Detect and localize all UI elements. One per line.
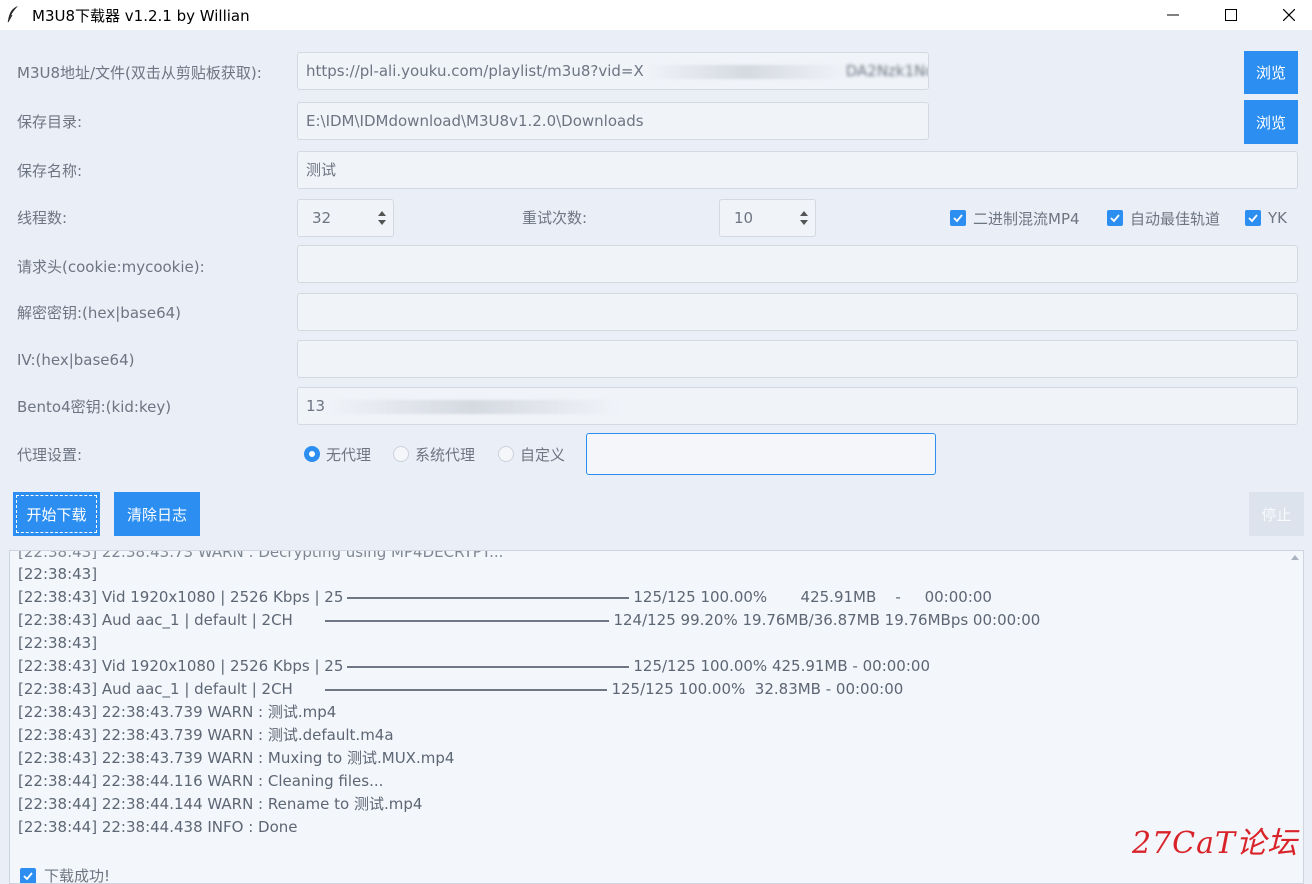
headers-input[interactable] [297,245,1298,283]
decrypt-key-input[interactable] [297,293,1298,331]
maximize-icon [1225,9,1237,21]
log-line: [22:38:43] Vid 1920x1080 | 2526 Kbps | 2… [18,588,992,606]
stop-button[interactable]: 停止 [1249,492,1304,536]
scroll-up-icon[interactable] [1291,554,1299,560]
log-line: [22:38:43] Aud aac_1 | default | 2CH 125… [18,680,904,698]
progress-bar [325,688,608,691]
checkbox-checked-icon [1107,210,1123,226]
log-line: [22:38:43] [18,634,98,652]
main-panel: M3U8地址/文件(双击从剪贴板获取): https://pl-ali.youk… [0,34,1312,884]
url-input[interactable]: https://pl-ali.youku.com/playlist/m3u8?v… [297,52,929,90]
spin-arrows-icon[interactable] [799,209,809,227]
save-name-label: 保存名称: [17,162,83,180]
log-line: [22:38:43] [18,565,98,583]
binary-mux-checkbox[interactable]: 二进制混流MP4 [950,208,1080,228]
log-lines: [22:38:43] 22:38:43.73 WARN : Decrypting… [18,551,1040,839]
url-redacted [645,64,846,79]
log-panel[interactable]: [22:38:43] 22:38:43.73 WARN : Decrypting… [9,550,1304,884]
threads-spinbox[interactable]: 32 [297,199,394,237]
radio-unselected-icon [498,446,514,462]
close-icon [1283,9,1295,21]
progress-bar [347,596,630,599]
log-line: [22:38:43] Vid 1920x1080 | 2526 Kbps | 2… [18,657,930,675]
bento4-key-redacted [327,399,618,414]
log-line: [22:38:44] 22:38:44.116 WARN : Cleaning … [18,772,384,790]
threads-label: 线程数: [17,209,68,227]
decrypt-key-label: 解密密钥:(hex|base64) [17,304,182,322]
url-value: https://pl-ali.youku.com/playlist/m3u8?v… [306,62,644,80]
checkbox-checked-icon [20,867,36,883]
log-line: [22:38:43] 22:38:43.739 WARN : 测试.defaul… [18,726,394,744]
success-status: 下载成功! [20,865,110,883]
watermark: 27CaT论坛 [1131,826,1298,861]
title-bar: M3U8下载器 v1.2.1 by Willian [0,0,1312,30]
radio-unselected-icon [393,446,409,462]
start-download-button[interactable]: 开始下载 [13,492,100,536]
clear-log-button[interactable]: 清除日志 [114,492,200,536]
log-line: [22:38:43] 22:38:43.739 WARN : Muxing to… [18,749,455,767]
proxy-system-radio[interactable]: 系统代理 [393,444,475,464]
maximize-button[interactable] [1208,0,1254,30]
yk-checkbox[interactable]: YK [1245,208,1287,228]
url-label: M3U8地址/文件(双击从剪贴板获取): [17,64,262,82]
iv-input[interactable] [297,340,1298,378]
log-line: [22:38:44] 22:38:44.438 INFO : Done [18,818,298,836]
close-button[interactable] [1266,0,1312,30]
browse-dir-button[interactable]: 浏览 [1244,100,1298,144]
minimize-button[interactable] [1150,0,1196,30]
bento4-key-input[interactable]: 13 [297,387,1298,425]
bento4-key-value: 13 [306,397,326,415]
log-line: [22:38:43] Aud aac_1 | default | 2CH 124… [18,611,1041,629]
minimize-icon [1167,14,1179,16]
url-value-tail: DA2Nzk1Nc%35 [845,62,928,80]
radio-selected-icon [304,446,320,462]
checkbox-checked-icon [950,210,966,226]
save-dir-input[interactable]: E:\IDM\IDMdownload\M3U8v1.2.0\Downloads [297,102,929,140]
proxy-custom-radio[interactable]: 自定义 [498,444,565,464]
iv-label: IV:(hex|base64) [17,351,135,369]
log-line-cutoff: [22:38:43] 22:38:43.73 WARN : Decrypting… [18,551,504,561]
save-name-input[interactable]: 测试 [297,151,1298,189]
log-line: [22:38:43] 22:38:43.739 WARN : 测试.mp4 [18,703,337,721]
progress-bar [325,619,610,622]
proxy-custom-input[interactable] [586,433,936,475]
save-dir-label: 保存目录: [17,113,83,131]
browse-url-button[interactable]: 浏览 [1244,51,1298,94]
retry-label: 重试次数: [522,209,588,227]
spin-arrows-icon[interactable] [377,209,387,227]
window-title: M3U8下载器 v1.2.1 by Willian [32,7,250,25]
retry-spinbox[interactable]: 10 [719,199,816,237]
feather-icon [7,6,18,23]
checkbox-checked-icon [1245,210,1261,226]
proxy-none-radio[interactable]: 无代理 [304,444,371,464]
auto-best-track-checkbox[interactable]: 自动最佳轨道 [1107,208,1220,228]
progress-bar [347,665,630,668]
threads-value: 32 [312,209,332,227]
log-line: [22:38:44] 22:38:44.144 WARN : Rename to… [18,795,423,813]
bento4-key-label: Bento4密钥:(kid:key) [17,398,172,416]
proxy-label: 代理设置: [17,446,83,464]
retry-value: 10 [734,209,754,227]
headers-label: 请求头(cookie:mycookie): [17,258,205,276]
